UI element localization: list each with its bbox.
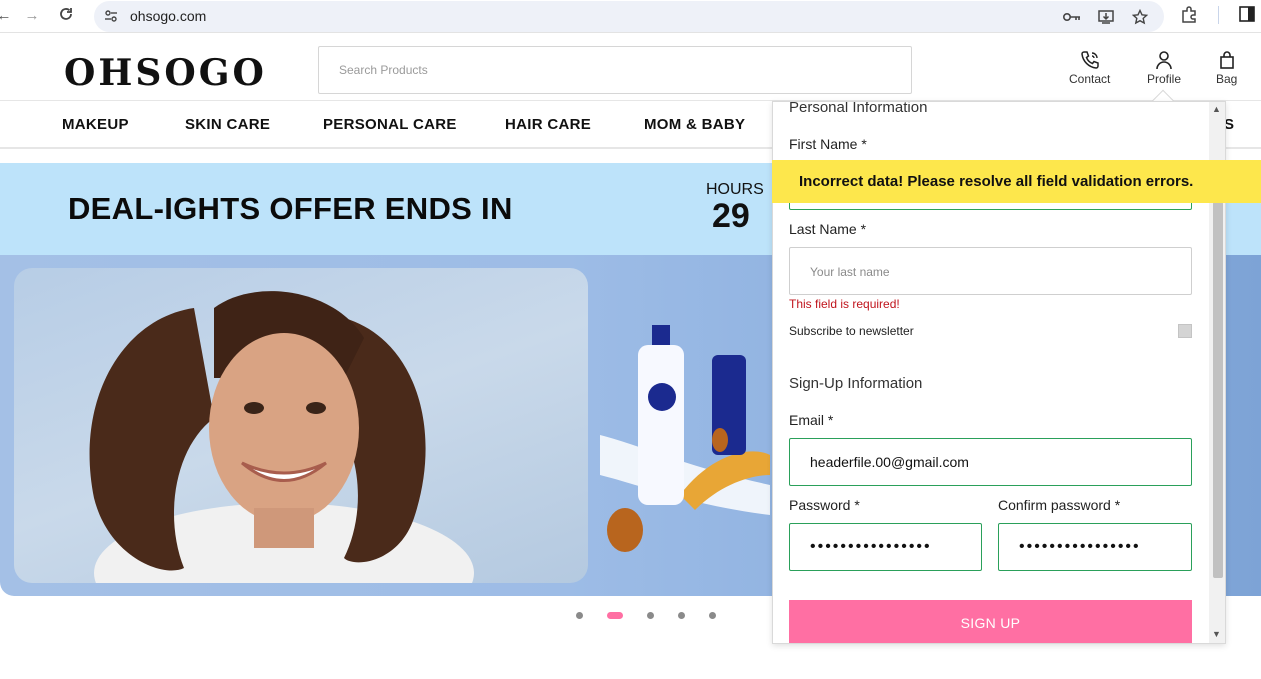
nav-item-mom-baby[interactable]: MOM & BABY	[644, 116, 745, 133]
carousel-dots	[576, 612, 740, 619]
install-app-icon[interactable]	[1096, 7, 1116, 27]
carousel-dot-4[interactable]	[678, 612, 685, 619]
extensions-icon[interactable]	[1180, 6, 1198, 29]
reload-icon[interactable]	[56, 6, 76, 26]
site-logo[interactable]: OHSOGO	[64, 52, 267, 94]
bag-button[interactable]: Bag	[1216, 50, 1237, 86]
password-input[interactable]	[790, 524, 981, 570]
personal-info-title: Personal Information	[789, 101, 928, 116]
email-input[interactable]	[790, 439, 1191, 485]
url-text: ohsogo.com	[130, 8, 207, 24]
nav-item-personal-care[interactable]: PERSONAL CARE	[323, 116, 457, 133]
side-panel-icon[interactable]	[1239, 6, 1255, 29]
search-input[interactable]	[319, 47, 911, 93]
back-icon[interactable]: ←	[0, 6, 14, 26]
scroll-up-icon[interactable]: ▲	[1212, 104, 1221, 114]
scroll-thumb[interactable]	[1213, 202, 1223, 578]
subscribe-checkbox[interactable]	[1178, 324, 1192, 338]
hours-value: 29	[712, 197, 750, 235]
password-label: Password *	[789, 497, 860, 513]
key-icon[interactable]	[1062, 7, 1082, 27]
product-bottles-image	[600, 315, 770, 565]
nav-item-hair-care[interactable]: HAIR CARE	[505, 116, 591, 133]
deal-title: DEAL-IGHTS OFFER ENDS IN	[68, 191, 513, 226]
hero-model-photo	[14, 268, 588, 583]
confirm-password-label: Confirm password *	[998, 497, 1121, 513]
subscribe-label: Subscribe to newsletter	[789, 324, 914, 338]
site-header: OHSOGO Contact Profile Bag	[0, 40, 1261, 101]
last-name-label: Last Name *	[789, 221, 867, 237]
contact-label: Contact	[1069, 72, 1111, 86]
browser-toolbar: ← → ohsogo.com	[0, 0, 1261, 33]
last-name-field[interactable]	[789, 247, 1192, 295]
search-box[interactable]	[318, 46, 912, 94]
validation-error-toast: Incorrect data! Please resolve all field…	[772, 160, 1261, 203]
first-name-label: First Name *	[789, 136, 867, 152]
sign-up-button[interactable]: SIGN UP	[789, 600, 1192, 643]
profile-button[interactable]: Profile	[1147, 50, 1181, 86]
site-settings-icon[interactable]	[104, 9, 118, 23]
toolbar-divider	[1218, 6, 1219, 24]
last-name-input[interactable]	[790, 248, 1191, 294]
email-field[interactable]	[789, 438, 1192, 486]
confirm-password-field[interactable]	[998, 523, 1192, 571]
signup-info-title: Sign-Up Information	[789, 375, 923, 392]
confirm-password-input[interactable]	[999, 524, 1191, 570]
user-icon	[1156, 51, 1172, 70]
carousel-dot-2[interactable]	[607, 612, 623, 619]
carousel-dot-5[interactable]	[709, 612, 716, 619]
phone-icon	[1080, 51, 1099, 69]
nav-item-skin-care[interactable]: SKIN CARE	[185, 116, 270, 133]
nav-item-makeup[interactable]: MAKEUP	[62, 116, 129, 133]
forward-icon[interactable]: →	[22, 6, 42, 26]
password-field[interactable]	[789, 523, 982, 571]
scroll-down-icon[interactable]: ▼	[1212, 629, 1221, 639]
carousel-dot-1[interactable]	[576, 612, 583, 619]
last-name-error: This field is required!	[789, 297, 900, 311]
address-bar[interactable]: ohsogo.com	[94, 1, 1164, 32]
contact-button[interactable]: Contact	[1069, 50, 1110, 86]
bag-label: Bag	[1216, 72, 1238, 86]
carousel-dot-3[interactable]	[647, 612, 654, 619]
email-label: Email *	[789, 412, 834, 428]
bookmark-star-icon[interactable]	[1130, 7, 1150, 27]
profile-label: Profile	[1147, 72, 1182, 86]
bag-icon	[1219, 51, 1234, 69]
toast-message: Incorrect data! Please resolve all field…	[799, 173, 1194, 190]
